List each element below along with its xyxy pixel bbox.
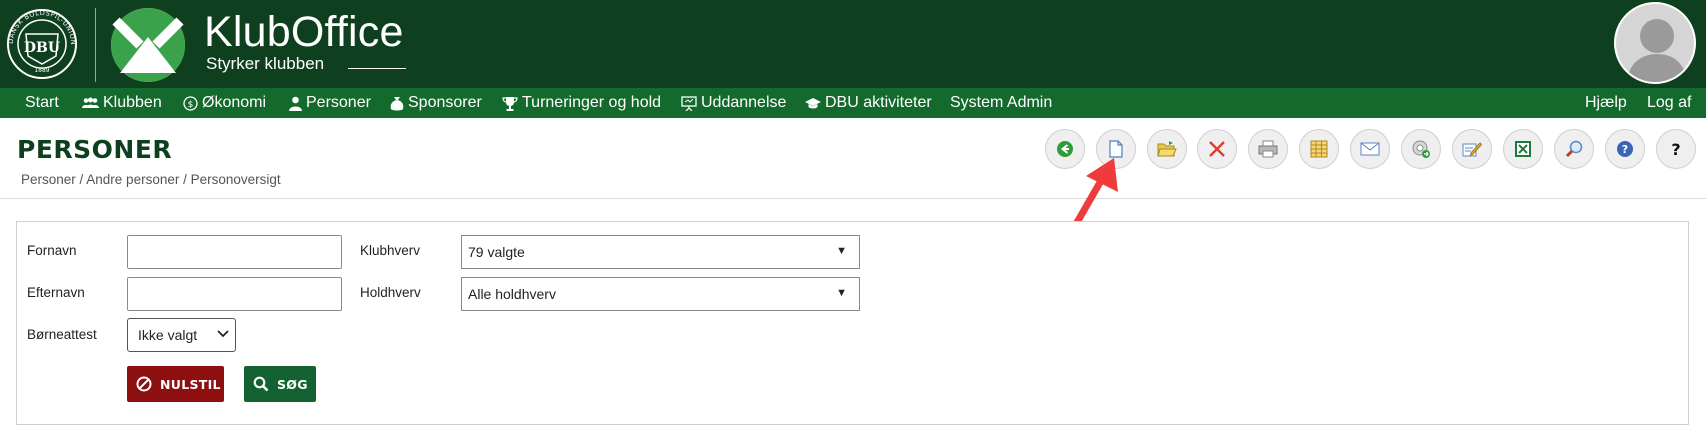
export-icon: [1412, 140, 1430, 158]
nav-label: Personer: [306, 94, 371, 111]
delete-x-icon: [1209, 141, 1225, 157]
seal-year: 1889: [34, 67, 49, 74]
search-magnifier-icon: [1565, 140, 1583, 158]
search-icon: [253, 376, 269, 392]
efternavn-label: Efternavn: [27, 285, 85, 300]
coin-icon: $: [183, 95, 198, 111]
nav-label: DBU aktiviteter: [825, 94, 932, 111]
nav-label: Hjælp: [1585, 94, 1627, 111]
top-header: DANSK BOLDSPIL-UNION DBU 1889 KlubOffice…: [0, 0, 1706, 88]
toolbar-email-button[interactable]: [1350, 129, 1390, 169]
svg-text:?: ?: [1622, 143, 1628, 156]
holdhverv-select[interactable]: Alle holdhverv ▼: [461, 277, 860, 311]
brand-title: KlubOffice: [204, 8, 404, 56]
nav-uddannelse[interactable]: Uddannelse: [681, 88, 786, 118]
boerneattest-value: Ikke valgt: [138, 327, 198, 343]
dbu-seal-logo: DANSK BOLDSPIL-UNION DBU 1889: [7, 9, 77, 79]
print-icon: [1258, 140, 1278, 158]
brand-underline: [348, 68, 406, 69]
logo-divider: [95, 8, 96, 82]
title-divider: [0, 198, 1706, 199]
soeg-button[interactable]: SØG: [244, 366, 316, 402]
nav-label: Turneringer og hold: [522, 94, 662, 111]
nulstil-button[interactable]: NULSTIL: [127, 366, 224, 402]
nav-label: Uddannelse: [701, 94, 787, 111]
nav-label: Start: [25, 94, 59, 111]
nav-label: Økonomi: [202, 94, 267, 111]
dropdown-caret-icon: ▼: [836, 245, 847, 257]
presentation-icon: [681, 95, 697, 111]
seal-monogram: DBU: [24, 40, 60, 56]
toolbar-delete-button[interactable]: [1197, 129, 1237, 169]
user-avatar[interactable]: [1614, 2, 1696, 84]
dropdown-caret-icon: ▼: [836, 287, 847, 299]
toolbar-table-button[interactable]: [1299, 129, 1339, 169]
nav-label: Log af: [1647, 94, 1692, 111]
open-folder-icon: [1157, 141, 1177, 157]
table-grid-icon: [1310, 140, 1328, 158]
toolbar-search-button[interactable]: [1554, 129, 1594, 169]
boerneattest-select[interactable]: Ikke valgt: [127, 318, 236, 352]
klubhverv-value: 79 valgte: [468, 244, 525, 260]
nav-hjaelp[interactable]: Hjælp: [1585, 88, 1627, 118]
nav-label: Klubben: [103, 94, 162, 111]
klubhverv-select[interactable]: 79 valgte ▼: [461, 235, 860, 269]
nav-oekonomi[interactable]: $ Økonomi: [183, 88, 266, 118]
toolbar-export-button[interactable]: [1401, 129, 1441, 169]
fornavn-input[interactable]: [127, 235, 342, 269]
efternavn-input[interactable]: [127, 277, 342, 311]
nav-label: System Admin: [950, 94, 1053, 111]
fornavn-label: Fornavn: [27, 243, 77, 258]
help-blue-icon: ?: [1617, 141, 1633, 157]
toolbar-excel-button[interactable]: [1503, 129, 1543, 169]
people-icon: [82, 97, 99, 108]
nav-system-admin[interactable]: System Admin: [950, 88, 1052, 118]
brand-subtitle: Styrker klubben: [206, 54, 325, 73]
toolbar-edit-button[interactable]: [1452, 129, 1492, 169]
nav-log-af[interactable]: Log af: [1647, 88, 1691, 118]
holdhverv-value: Alle holdhverv: [468, 286, 556, 302]
nav-sponsorer[interactable]: Sponsorer: [390, 88, 482, 118]
nav-dbu-aktiviteter[interactable]: DBU aktiviteter: [805, 88, 932, 118]
soeg-label: SØG: [277, 376, 308, 392]
ban-icon: [136, 376, 152, 392]
svg-text:$: $: [188, 100, 194, 110]
boerneattest-label: Børneattest: [27, 327, 97, 342]
chevron-down-icon: [217, 330, 229, 338]
toolbar-print-button[interactable]: [1248, 129, 1288, 169]
graduation-cap-icon: [805, 97, 821, 108]
main-navigation: Start Klubben $ Økonomi Personer Sponsor…: [0, 88, 1706, 118]
edit-icon: [1462, 142, 1482, 157]
email-icon: [1360, 142, 1380, 156]
nav-klubben[interactable]: Klubben: [82, 88, 162, 118]
question-mark-icon: ?: [1671, 139, 1681, 159]
excel-icon: [1515, 141, 1531, 157]
page-title: PERSONER: [17, 135, 173, 164]
toolbar-question-button[interactable]: ?: [1656, 129, 1696, 169]
nav-label: Sponsorer: [408, 94, 482, 111]
avatar-silhouette-icon: [1626, 19, 1688, 82]
toolbar-open-button[interactable]: [1147, 129, 1187, 169]
holdhverv-label: Holdhverv: [360, 285, 421, 300]
toolbar-help-button[interactable]: ?: [1605, 129, 1645, 169]
nav-personer[interactable]: Personer: [289, 88, 371, 118]
nav-turneringer[interactable]: Turneringer og hold: [502, 88, 661, 118]
money-bag-icon: [390, 96, 404, 110]
trophy-icon: [502, 96, 518, 111]
person-icon: [289, 96, 302, 111]
kluboffice-logo-icon: [111, 8, 185, 82]
klubhverv-label: Klubhverv: [360, 243, 421, 258]
breadcrumb: Personer / Andre personer / Personoversi…: [21, 172, 281, 187]
nulstil-label: NULSTIL: [160, 376, 221, 392]
nav-start[interactable]: Start: [25, 88, 59, 118]
